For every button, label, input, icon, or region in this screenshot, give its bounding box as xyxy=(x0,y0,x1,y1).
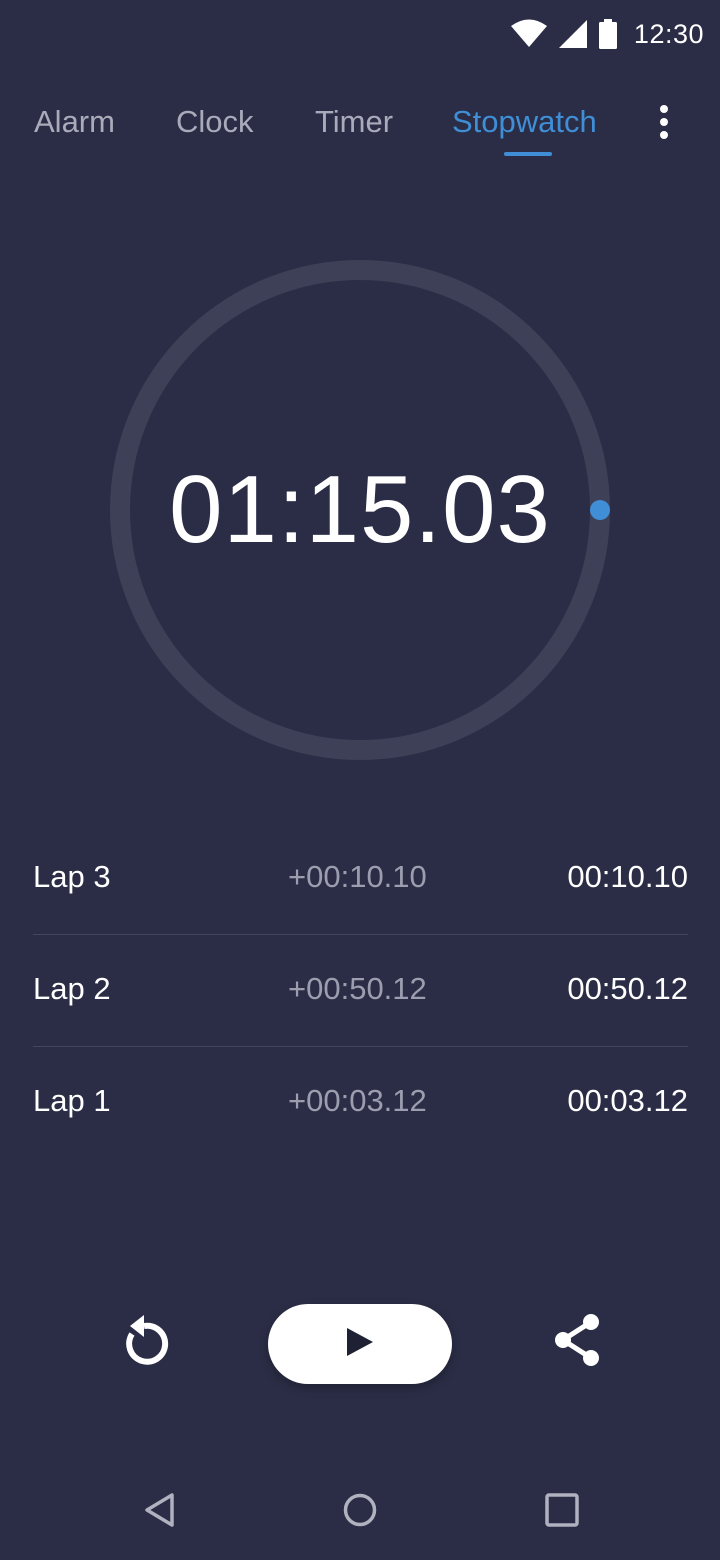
lap-name: Lap 1 xyxy=(33,1083,111,1118)
home-button[interactable] xyxy=(336,1488,384,1536)
reset-icon xyxy=(118,1312,170,1373)
stopwatch-screen: 12:30 Alarm Clock Timer Stopwatch 01:15.… xyxy=(0,0,720,1560)
back-button[interactable] xyxy=(136,1488,184,1536)
lap-name: Lap 2 xyxy=(33,971,111,1006)
lap-diff: +00:10.10 xyxy=(288,859,427,894)
active-tab-indicator xyxy=(504,152,552,156)
tab-alarm[interactable]: Alarm xyxy=(34,104,115,140)
lap-diff: +00:50.12 xyxy=(288,971,427,1006)
status-icons: 12:30 xyxy=(510,14,704,54)
home-icon xyxy=(342,1492,378,1533)
reset-button[interactable] xyxy=(112,1310,176,1374)
system-nav-bar xyxy=(0,1460,720,1560)
lap-list: Lap 3 +00:10.10 00:10.10 Lap 2 +00:50.12… xyxy=(33,823,688,1159)
tab-timer[interactable]: Timer xyxy=(315,104,393,140)
stopwatch-dial: 01:15.03 xyxy=(110,260,610,760)
wifi-icon xyxy=(510,19,548,49)
recents-button[interactable] xyxy=(538,1488,586,1536)
status-time: 12:30 xyxy=(633,18,704,49)
signal-icon xyxy=(558,19,588,49)
play-button[interactable] xyxy=(268,1304,452,1384)
tab-stopwatch[interactable]: Stopwatch xyxy=(452,104,597,140)
more-vert-icon xyxy=(658,104,670,145)
play-icon xyxy=(345,1326,375,1363)
tab-clock[interactable]: Clock xyxy=(176,104,254,140)
tab-bar: Alarm Clock Timer Stopwatch xyxy=(0,96,720,160)
recents-icon xyxy=(544,1492,580,1533)
lap-diff: +00:03.12 xyxy=(288,1083,427,1118)
elapsed-time: 01:15.03 xyxy=(169,456,551,563)
battery-icon xyxy=(598,19,618,49)
lap-row: Lap 3 +00:10.10 00:10.10 xyxy=(33,823,688,935)
lap-total: 00:03.12 xyxy=(567,1083,688,1118)
more-options-button[interactable] xyxy=(646,100,682,148)
lap-row: Lap 2 +00:50.12 00:50.12 xyxy=(33,935,688,1047)
lap-name: Lap 3 xyxy=(33,859,111,894)
status-bar: 12:30 xyxy=(0,0,720,70)
lap-row: Lap 1 +00:03.12 00:03.12 xyxy=(33,1047,688,1159)
back-icon xyxy=(142,1492,178,1533)
lap-total: 00:50.12 xyxy=(567,971,688,1006)
lap-total: 00:10.10 xyxy=(567,859,688,894)
share-button[interactable] xyxy=(544,1310,608,1374)
share-icon xyxy=(550,1312,602,1373)
